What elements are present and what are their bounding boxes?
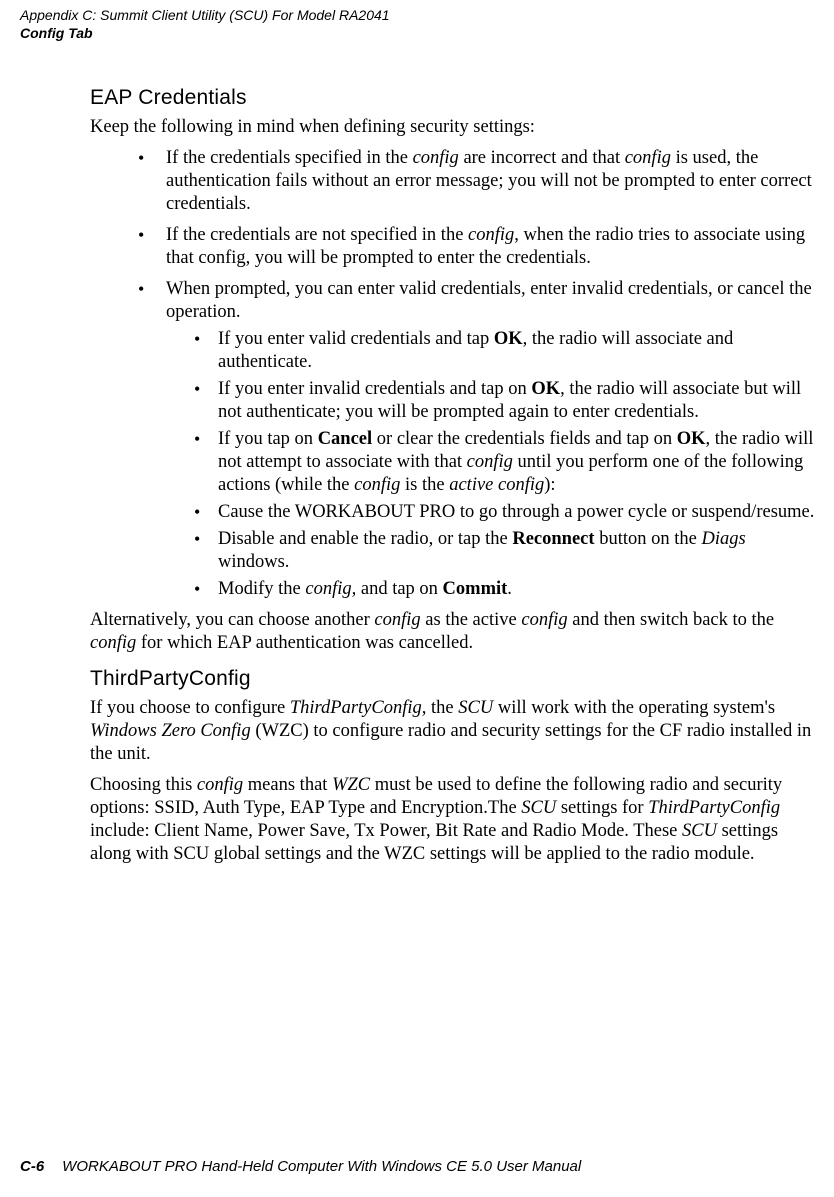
eap-intro: Keep the following in mind when defining… (90, 116, 818, 139)
list-item: When prompted, you can enter valid crede… (138, 278, 818, 601)
list-item: If the credentials specified in the conf… (138, 147, 818, 216)
list-item: If you tap on Cancel or clear the creden… (194, 428, 818, 497)
list-item: Modify the config, and tap on Commit. (194, 578, 818, 601)
heading-thirdpartyconfig: ThirdPartyConfig (90, 667, 818, 691)
list-item: If you enter valid credentials and tap O… (194, 328, 818, 374)
list-item: If you enter invalid credentials and tap… (194, 378, 818, 424)
content-body: EAP Credentials Keep the following in mi… (90, 80, 818, 874)
list-item: Cause the WORKABOUT PRO to go through a … (194, 501, 818, 524)
list-item: Disable and enable the radio, or tap the… (194, 528, 818, 574)
header-line1: Appendix C: Summit Client Utility (SCU) … (20, 6, 390, 24)
running-header: Appendix C: Summit Client Utility (SCU) … (20, 6, 390, 42)
footer-title: WORKABOUT PRO Hand-Held Computer With Wi… (62, 1158, 581, 1175)
tpc-para1: If you choose to configure ThirdPartyCon… (90, 697, 818, 766)
tpc-para2: Choosing this config means that WZC must… (90, 774, 818, 866)
page-footer: C-6WORKABOUT PRO Hand-Held Computer With… (20, 1158, 581, 1175)
page: Appendix C: Summit Client Utility (SCU) … (0, 0, 834, 1197)
list-item: If the credentials are not specified in … (138, 224, 818, 270)
header-line2: Config Tab (20, 24, 390, 42)
eap-alternative: Alternatively, you can choose another co… (90, 609, 818, 655)
eap-list: If the credentials specified in the conf… (90, 147, 818, 601)
heading-eap-credentials: EAP Credentials (90, 86, 818, 110)
page-number: C-6 (20, 1158, 62, 1175)
eap-sublist: If you enter valid credentials and tap O… (166, 328, 818, 601)
